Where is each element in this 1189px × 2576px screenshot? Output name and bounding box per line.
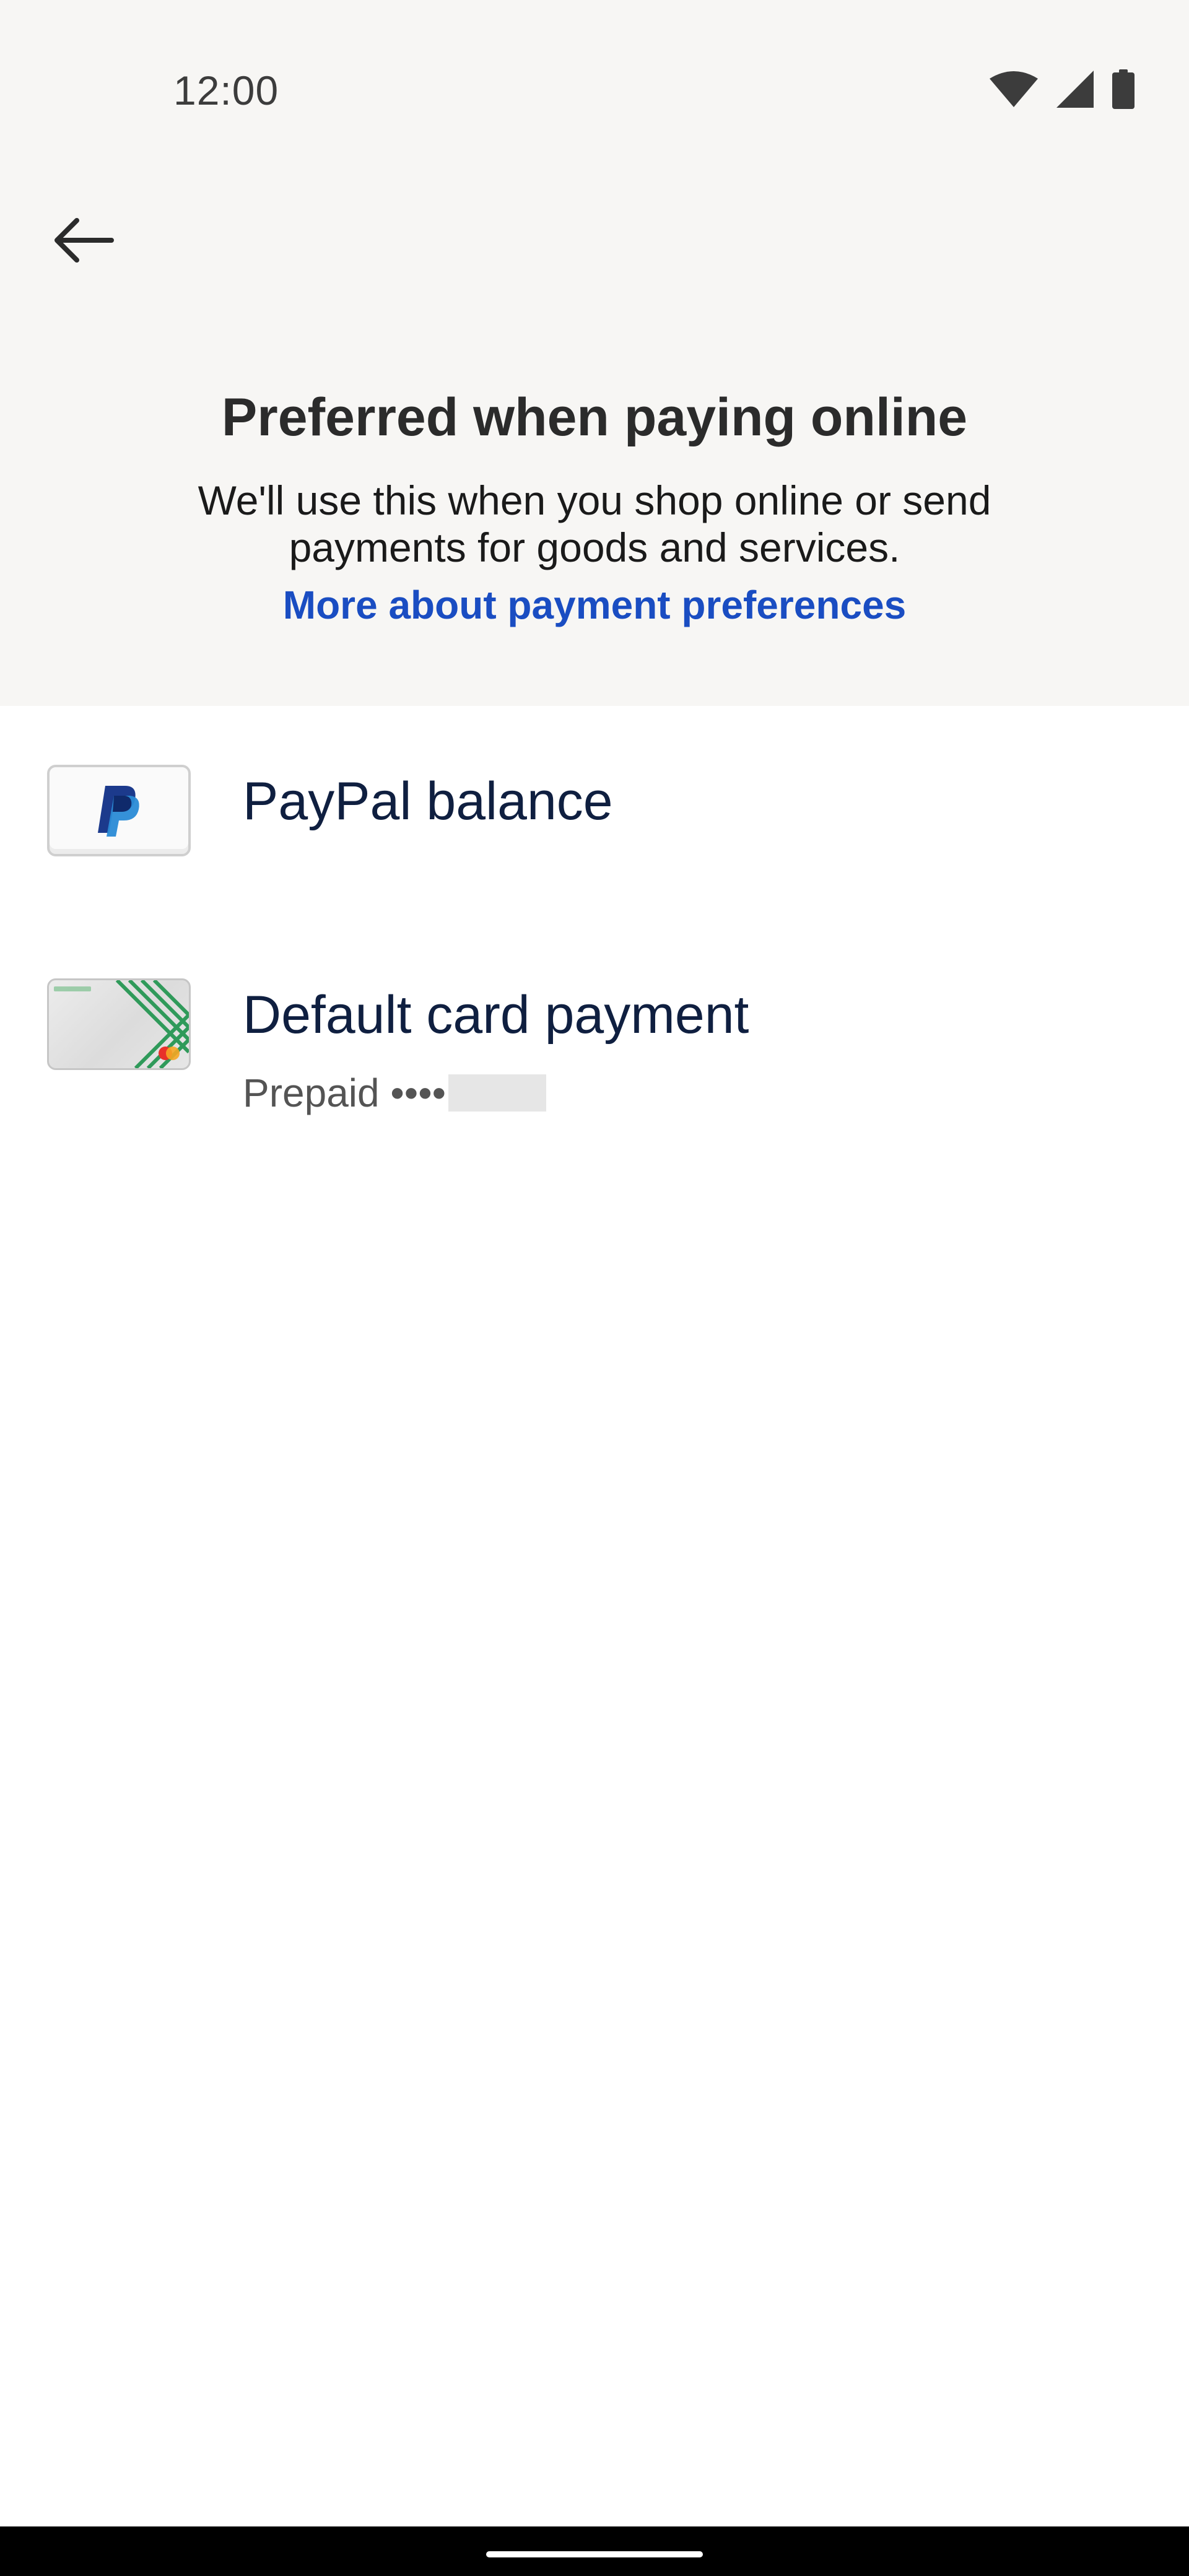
header: Preferred when paying online We'll use t… (0, 149, 1189, 706)
back-button[interactable] (40, 198, 126, 285)
screen: 12:00 Preferred when paying online We'll… (0, 0, 1189, 2576)
payment-method-paypal-balance[interactable]: PayPal balance (0, 759, 1189, 870)
navigation-bar (0, 2526, 1189, 2576)
page-description: We'll use this when you shop online or s… (198, 477, 991, 570)
redacted-digits (448, 1074, 546, 1112)
more-about-payment-preferences-link[interactable]: More about payment preferences (0, 582, 1189, 628)
status-icons (990, 69, 1135, 112)
payment-method-subtitle: Prepaid •••• (243, 1070, 546, 1116)
page-title: Preferred when paying online (221, 388, 968, 447)
status-time: 12:00 (173, 67, 279, 113)
home-gesture-handle[interactable] (486, 2551, 703, 2557)
payment-method-default-card[interactable]: Default card payment Prepaid •••• (0, 972, 1189, 1139)
arrow-left-icon (52, 217, 114, 267)
paypal-logo-icon (47, 765, 191, 856)
status-bar: 12:00 (0, 0, 1189, 149)
cellular-signal-icon (1056, 71, 1094, 111)
payment-method-title: Default card payment (243, 985, 749, 1045)
card-masked-number: Prepaid •••• (243, 1071, 446, 1115)
card-thumbnail-icon (47, 978, 191, 1070)
wifi-icon (990, 71, 1038, 110)
battery-icon (1112, 69, 1135, 112)
payment-method-title: PayPal balance (243, 772, 613, 831)
